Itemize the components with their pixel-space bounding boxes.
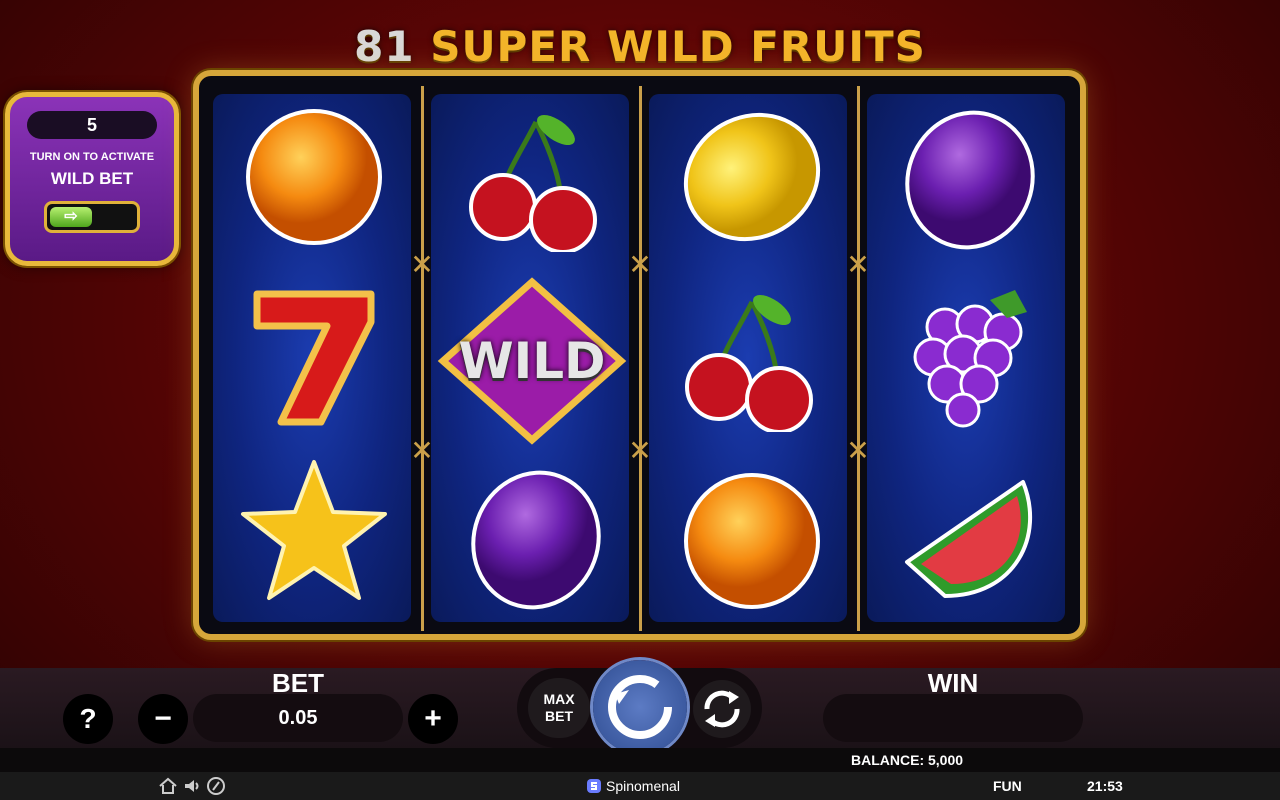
grapes-icon (913, 290, 1027, 428)
orange-icon (246, 109, 382, 245)
reel-divider (639, 86, 642, 631)
game-title-number: 81 (354, 22, 415, 71)
reel-divider (421, 86, 424, 631)
balance-text: BALANCE: 5,000 (851, 752, 964, 768)
spin-button[interactable] (593, 660, 687, 754)
plum-icon (471, 470, 601, 610)
payline-marker-icon: ✕ (410, 248, 434, 281)
payline-marker-icon: ✕ (628, 434, 652, 467)
autoplay-button[interactable] (693, 680, 751, 738)
payline-marker-icon: ✕ (628, 248, 652, 281)
arrow-right-icon: ⇨ (50, 207, 92, 227)
game-title: 81 SUPER WILD FRUITS (0, 22, 1280, 71)
game-title-text: SUPER WILD FRUITS (430, 22, 926, 71)
home-icon[interactable] (158, 776, 178, 796)
watermelon-icon (905, 480, 1033, 598)
spinomenal-logo-icon (587, 779, 601, 793)
bet-value: 0.05 (193, 694, 403, 742)
max-bet-button[interactable]: MAX BET (528, 678, 590, 738)
clock: 21:53 (1087, 778, 1123, 794)
plum-icon (905, 110, 1035, 250)
payline-marker-icon: ✕ (846, 434, 870, 467)
payline-marker-icon: ✕ (846, 248, 870, 281)
lemon-icon (683, 112, 821, 242)
wild-bet-label: WILD BET (50, 169, 134, 188)
bet-increase-button[interactable]: + (408, 694, 458, 744)
win-value (823, 694, 1083, 742)
cherry-icon (469, 114, 597, 252)
orange-icon (684, 473, 820, 609)
bet-decrease-button[interactable]: − (138, 694, 188, 744)
wild-bet-count: 5 (27, 111, 157, 139)
wild-symbol: WILD (437, 276, 627, 446)
help-button[interactable]: ? (63, 694, 113, 744)
sound-icon[interactable] (182, 776, 202, 796)
wild-bet-panel: 5 TURN ON TO ACTIVATE WILD BET ⇨ (5, 92, 179, 266)
cherry-icon (685, 294, 813, 432)
seven-icon (253, 290, 375, 426)
spin-icon (608, 675, 672, 739)
balance-row (0, 748, 1280, 772)
brand-name: Spinomenal (606, 778, 680, 794)
payline-marker-icon: ✕ (410, 434, 434, 467)
autoplay-icon (704, 690, 740, 728)
max-bet-line2: BET (545, 708, 573, 724)
wild-bet-hint: TURN ON TO ACTIVATE (29, 151, 155, 163)
reel-divider (857, 86, 860, 631)
wild-symbol-text: WILD (458, 332, 606, 390)
wild-bet-toggle[interactable]: ⇨ (44, 201, 140, 233)
play-mode: FUN (993, 778, 1022, 794)
turbo-icon[interactable] (206, 776, 226, 796)
star-icon (241, 460, 387, 600)
reels-frame: ✕ ✕ ✕ ✕ ✕ ✕ WILD (193, 70, 1086, 640)
max-bet-line1: MAX (543, 691, 575, 707)
